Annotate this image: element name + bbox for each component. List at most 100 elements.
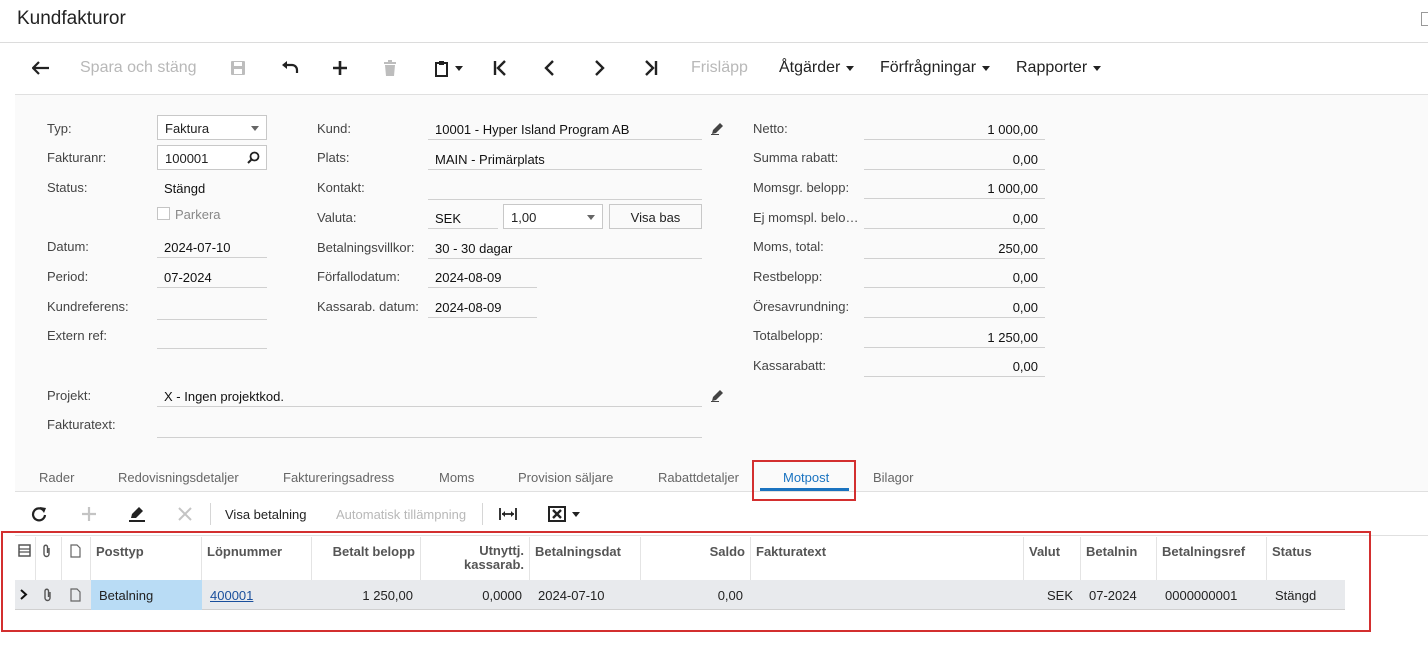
inquiries-menu-label: Förfrågningar: [880, 59, 977, 76]
edit-customer-icon[interactable]: [711, 121, 725, 135]
taxable-label: Momsgr. belopp:: [753, 180, 850, 195]
period-field[interactable]: 07-2024: [157, 263, 267, 288]
currency-field[interactable]: SEK: [428, 204, 498, 229]
invoice-no-input[interactable]: 100001: [157, 145, 267, 170]
plus-icon: [333, 61, 347, 75]
add-button[interactable]: [330, 56, 350, 80]
tab-bilagor[interactable]: Bilagor: [873, 470, 913, 485]
toolbar-divider: [482, 503, 483, 525]
clipboard-menu-button[interactable]: [431, 56, 467, 80]
rounding-label: Öresavrundning:: [753, 299, 850, 314]
contact-label: Kontakt:: [317, 180, 365, 195]
window-corner-icon[interactable]: [1421, 12, 1428, 26]
project-field[interactable]: X - Ingen projektkod.: [157, 382, 702, 407]
hold-checkbox[interactable]: [157, 207, 170, 220]
release-button[interactable]: Frisläpp: [691, 56, 748, 80]
save-button[interactable]: [228, 56, 248, 80]
total-value: 1 250,00: [864, 323, 1045, 348]
reports-menu[interactable]: Rapporter: [1016, 56, 1102, 80]
discount-total-value: 0,00: [864, 145, 1045, 170]
title-bar: [0, 0, 1428, 43]
close-icon: [178, 507, 192, 521]
refresh-icon: [31, 507, 47, 522]
exempt-value: 0,00: [864, 204, 1045, 229]
customer-ref-label: Kundreferens:: [47, 299, 129, 314]
trash-icon: [384, 60, 396, 76]
refresh-button[interactable]: [31, 505, 47, 523]
project-label: Projekt:: [47, 388, 92, 403]
status-value: Stängd: [164, 181, 206, 196]
actions-menu-label: Åtgärder: [779, 59, 841, 76]
delete-button[interactable]: [381, 56, 399, 80]
pencil-icon: [129, 507, 145, 522]
location-field[interactable]: MAIN - Primärplats: [428, 145, 702, 170]
cash-discount-label: Kassarabatt:: [753, 358, 826, 373]
discount-total-label: Summa rabatt:: [753, 150, 839, 165]
chevron-down-icon: [572, 511, 580, 517]
fit-width-icon: [499, 508, 517, 520]
chevron-down-icon: [1093, 65, 1102, 71]
type-select[interactable]: Faktura: [157, 115, 267, 140]
exempt-label: Ej momspl. belo…: [753, 210, 859, 225]
last-record-button[interactable]: [641, 56, 661, 80]
first-record-button[interactable]: [490, 56, 510, 80]
cash-discount-value: 0,00: [864, 352, 1045, 377]
net-label: Netto:: [753, 121, 788, 136]
tab-rader[interactable]: Rader: [39, 470, 74, 485]
date-field[interactable]: 2024-07-10: [157, 233, 267, 258]
vat-total-label: Moms, total:: [753, 239, 824, 254]
view-payment-button[interactable]: Visa betalning: [225, 505, 306, 523]
tab-redovisningsdetaljer[interactable]: Redovisningsdetaljer: [118, 470, 239, 485]
invoice-no-value: 100001: [165, 151, 209, 166]
date-label: Datum:: [47, 239, 89, 254]
undo-button[interactable]: [279, 56, 301, 80]
external-ref-field[interactable]: [157, 324, 267, 349]
cashdisc-date-label: Kassarab. datum:: [317, 299, 419, 314]
status-label: Status:: [47, 180, 88, 195]
invoice-text-label: Fakturatext:: [47, 417, 116, 432]
terms-field[interactable]: 30 - 30 dagar: [428, 234, 702, 259]
rate-select[interactable]: 1,00: [503, 204, 603, 229]
auto-apply-button[interactable]: Automatisk tillämpning: [336, 505, 466, 523]
add-row-button[interactable]: [81, 505, 97, 523]
tab-moms[interactable]: Moms: [439, 470, 474, 485]
next-record-button[interactable]: [590, 56, 610, 80]
undo-icon: [282, 61, 299, 73]
tab-faktureringsadress[interactable]: Faktureringsadress: [283, 470, 394, 485]
chevron-left-icon: [544, 60, 554, 76]
delete-row-button[interactable]: [177, 505, 193, 523]
save-close-button[interactable]: Spara och stäng: [80, 56, 197, 80]
taxable-value: 1 000,00: [864, 174, 1045, 199]
total-label: Totalbelopp:: [753, 328, 824, 343]
excel-icon: [548, 506, 566, 522]
edit-row-button[interactable]: [129, 505, 145, 523]
type-label: Typ:: [47, 121, 72, 136]
balance-value: 0,00: [864, 263, 1045, 288]
customer-ref-field[interactable]: [157, 295, 267, 320]
chevron-down-icon: [587, 215, 595, 220]
clipboard-icon: [435, 60, 448, 77]
due-date-field[interactable]: 2024-08-09: [428, 263, 537, 288]
fit-columns-button[interactable]: [499, 505, 517, 523]
contact-field[interactable]: [428, 175, 702, 200]
edit-project-icon[interactable]: [711, 388, 725, 402]
chevron-right-icon: [595, 60, 605, 76]
invoice-text-field[interactable]: [157, 413, 702, 438]
inquiries-menu[interactable]: Förfrågningar: [880, 56, 991, 80]
tab-provision-saljare[interactable]: Provision säljare: [518, 470, 613, 485]
actions-menu[interactable]: Åtgärder: [779, 56, 855, 80]
cashdisc-date-field[interactable]: 2024-08-09: [428, 293, 537, 318]
back-arrow-icon: [32, 61, 49, 75]
back-button[interactable]: [30, 56, 52, 80]
tab-rabattdetaljer[interactable]: Rabattdetaljer: [658, 470, 739, 485]
previous-record-button[interactable]: [539, 56, 559, 80]
customer-field[interactable]: 10001 - Hyper Island Program AB: [428, 115, 702, 140]
chevron-down-icon: [982, 65, 991, 71]
export-excel-button[interactable]: [548, 505, 580, 523]
plus-icon: [82, 507, 96, 521]
customer-label: Kund:: [317, 121, 351, 136]
rate-value: 1,00: [511, 210, 537, 225]
main-toolbar: Spara och stäng Frisläpp Åtgärder Förfrå…: [15, 44, 1428, 94]
search-icon[interactable]: [247, 151, 260, 164]
view-base-button[interactable]: Visa bas: [609, 204, 702, 229]
